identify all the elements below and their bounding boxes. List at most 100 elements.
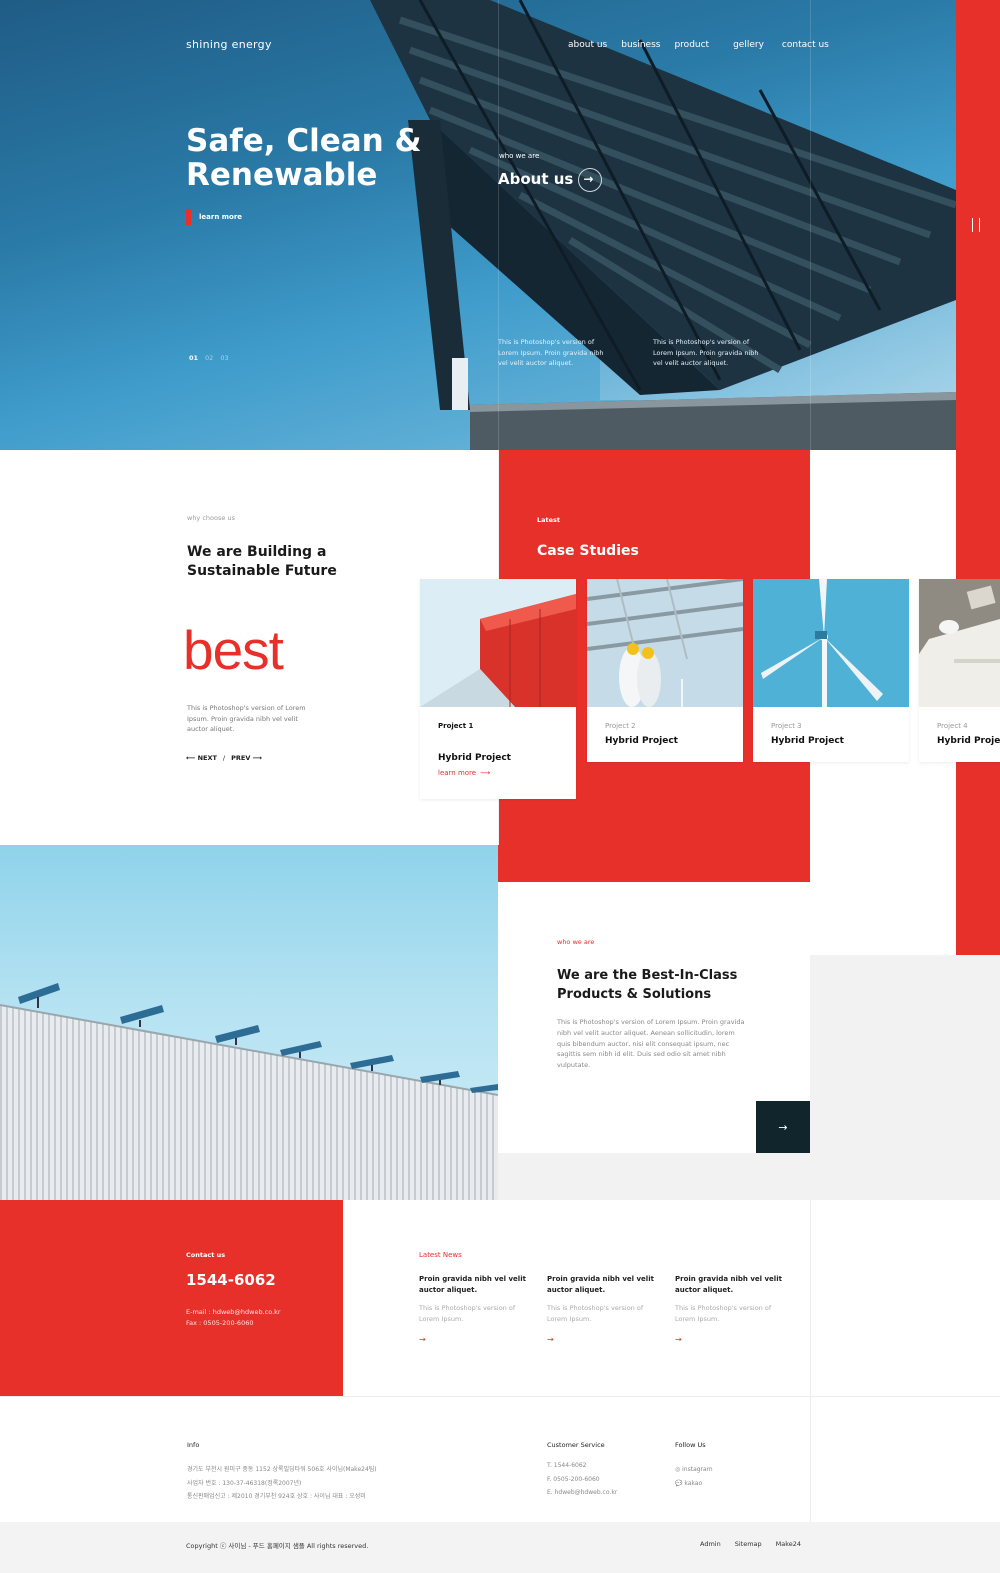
footer-info-line: 사업자 번호 : 130-37-46318(정록2007년) xyxy=(187,1479,302,1487)
footer-divider xyxy=(0,1396,1000,1397)
arrow-right-icon[interactable]: → xyxy=(419,1335,529,1344)
case-image-2 xyxy=(587,579,743,707)
arrow-right-icon[interactable]: → xyxy=(675,1335,785,1344)
copyright-text: Copyright ⓒ 사이님 - 푸드 홈페이지 샘플 All rights … xyxy=(186,1542,369,1550)
footer-info-line: 경기도 부천시 원미구 중동 1152 상록빌딩타워 506호 사이님(Make… xyxy=(187,1466,377,1473)
case-card-4[interactable]: Project 4 Hybrid Project xyxy=(919,579,1000,762)
solar-canopy-illustration xyxy=(370,0,956,450)
solutions-gray-block xyxy=(810,955,1000,1200)
arrow-right-icon: → xyxy=(778,1120,788,1134)
next-button[interactable]: ⟵ NEXT xyxy=(186,754,217,762)
footer-follow-label: Follow Us xyxy=(675,1441,706,1449)
news-item-1[interactable]: Proin gravida nibh vel velit auctor aliq… xyxy=(419,1274,529,1344)
footer-links: Admin Sitemap Make24 xyxy=(700,1540,801,1548)
footer-link-make24[interactable]: Make24 xyxy=(776,1540,801,1548)
hero-banner xyxy=(0,0,956,450)
solutions-label: who we are xyxy=(557,938,595,946)
footer-cs-fax: F. 0505-200-6060 xyxy=(547,1475,600,1483)
footer-link-admin[interactable]: Admin xyxy=(700,1540,721,1548)
nav-item-contact[interactable]: contact us xyxy=(782,40,829,50)
main-nav: about us business product gellery contac… xyxy=(568,40,829,50)
workers-solar-image xyxy=(587,579,743,707)
hero-note-2: This is Photoshop's version of Lorem Ips… xyxy=(653,338,759,367)
case-image-3 xyxy=(753,579,909,707)
case-name-3: Hybrid Project xyxy=(771,736,844,746)
desk-documents-image xyxy=(919,579,1000,707)
case-card-3[interactable]: Project 3 Hybrid Project xyxy=(753,579,909,762)
page-indicator-3[interactable]: 03 xyxy=(220,354,228,362)
news-item-2[interactable]: Proin gravida nibh vel velit auctor aliq… xyxy=(547,1274,657,1344)
footer-follow: ◎ instagram 💬 kakao xyxy=(675,1463,713,1490)
hero-title: Safe, Clean & Renewable xyxy=(186,123,422,193)
about-us-label: About us xyxy=(498,170,574,188)
case-project-3: Project 3 xyxy=(771,722,802,730)
case-name-1: Hybrid Project xyxy=(438,753,511,763)
learn-more-label: learn more xyxy=(199,213,243,221)
news-label: Latest News xyxy=(419,1251,462,1259)
hero-who-label: who we are xyxy=(499,152,540,160)
case-image-4 xyxy=(919,579,1000,707)
contact-label: Contact us xyxy=(186,1251,226,1259)
case-image-1 xyxy=(420,579,576,707)
hero-learn-more-button[interactable]: learn more xyxy=(186,209,242,225)
case-learn-more-link[interactable]: learn more ⟶ xyxy=(438,769,490,777)
red-building-image xyxy=(420,579,576,707)
solar-rooftop-image xyxy=(0,845,498,1200)
footer-link-sitemap[interactable]: Sitemap xyxy=(735,1540,762,1548)
contact-block xyxy=(0,1200,343,1396)
site-logo[interactable]: shining energy xyxy=(186,38,272,51)
solutions-description: This is Photoshop's version of Lorem Ips… xyxy=(557,1018,745,1070)
why-label: why choose us xyxy=(187,514,235,522)
wind-turbine-image xyxy=(753,579,909,707)
side-accent-strip xyxy=(956,0,1000,955)
footer-cs-email[interactable]: E. hdweb@hdweb.co.kr xyxy=(547,1486,617,1500)
footer-cs-label: Customer Service xyxy=(547,1441,605,1449)
contact-email[interactable]: E-mail : hdweb@hdweb.co.kr xyxy=(186,1307,281,1318)
news-title-2: Proin gravida nibh vel velit auctor aliq… xyxy=(547,1275,654,1294)
news-desc-2: This is Photoshop's version of Lorem Ips… xyxy=(547,1304,644,1323)
case-project-4: Project 4 xyxy=(937,722,968,730)
pause-icon[interactable] xyxy=(972,218,980,232)
solutions-arrow-button[interactable]: → xyxy=(756,1101,810,1153)
why-title: We are Building a Sustainable Future xyxy=(187,544,337,579)
cases-title: Case Studies xyxy=(537,543,639,559)
news-item-3[interactable]: Proin gravida nibh vel velit auctor aliq… xyxy=(675,1274,785,1344)
nav-item-about[interactable]: about us xyxy=(568,40,607,50)
cases-label: Latest xyxy=(537,516,561,524)
case-name-2: Hybrid Project xyxy=(605,736,678,746)
prev-button[interactable]: PREV ⟶ xyxy=(231,754,262,762)
news-desc-3: This is Photoshop's version of Lorem Ips… xyxy=(675,1304,772,1323)
why-description: This is Photoshop's version of Lorem Ips… xyxy=(187,704,306,733)
hero-pagination: 01 02 03 xyxy=(189,354,229,362)
nav-item-business[interactable]: business xyxy=(621,40,660,50)
page-indicator-2[interactable]: 02 xyxy=(205,354,213,362)
contact-phone[interactable]: 1544-6062 xyxy=(186,1271,276,1289)
instagram-link[interactable]: ◎ instagram xyxy=(675,1463,713,1477)
nav-separator: / xyxy=(222,754,226,762)
arrow-right-icon[interactable]: → xyxy=(547,1335,657,1344)
page-indicator-1[interactable]: 01 xyxy=(189,354,198,362)
best-heading: best xyxy=(183,619,284,681)
arrow-right-icon: ⟶ xyxy=(480,769,491,777)
accent-bar xyxy=(186,209,191,225)
case-card-1[interactable]: Project 1 Hybrid Project learn more ⟶ xyxy=(420,579,576,799)
hero-note-1: This is Photoshop's version of Lorem Ips… xyxy=(498,338,604,367)
case-card-2[interactable]: Project 2 Hybrid Project xyxy=(587,579,743,762)
solutions-gray-base xyxy=(498,1153,810,1200)
nav-item-gallery[interactable]: gellery xyxy=(733,40,764,50)
nav-item-product[interactable]: product xyxy=(674,40,709,50)
footer-info: 경기도 부천시 원미구 중동 1152 상록빌딩타워 506호 사이님(Make… xyxy=(187,1463,377,1504)
news-title-1: Proin gravida nibh vel velit auctor aliq… xyxy=(419,1275,526,1294)
case-project-1: Project 1 xyxy=(438,722,474,730)
footer-info-line: 통신판매업신고 : 제2010 경기부천 924호 상호 : 사이님 대표 : … xyxy=(187,1493,366,1500)
copyright-bar xyxy=(0,1522,1000,1573)
kakao-link[interactable]: 💬 kakao xyxy=(675,1477,713,1491)
footer-cs: T. 1544-6062 F. 0505-200-6060 E. hdweb@h… xyxy=(547,1459,617,1500)
contact-fax: Fax : 0505-200-6060 xyxy=(186,1319,254,1327)
rooftop-panels-illustration xyxy=(0,983,498,1200)
case-name-4: Hybrid Project xyxy=(937,736,1000,746)
footer-info-label: Info xyxy=(187,1441,200,1449)
news-title-3: Proin gravida nibh vel velit auctor aliq… xyxy=(675,1275,782,1294)
case-learn-more-label: learn more xyxy=(438,769,477,777)
contact-info: E-mail : hdweb@hdweb.co.kr Fax : 0505-20… xyxy=(186,1307,281,1329)
